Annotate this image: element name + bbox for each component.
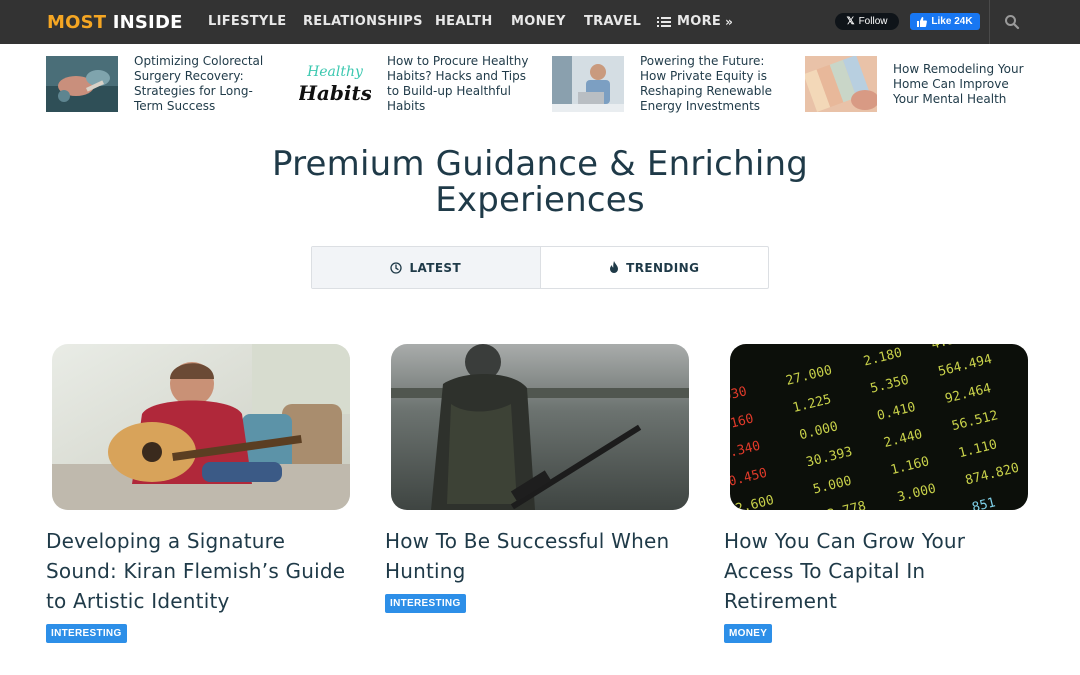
list-icon <box>657 16 671 27</box>
category-badge[interactable]: MONEY <box>724 624 773 643</box>
page-title: Premium Guidance & Enriching Experiences <box>271 144 809 220</box>
nav-item-travel[interactable]: TRAVEL <box>584 14 641 29</box>
habits-word: Habits <box>299 81 371 105</box>
clock-icon <box>390 261 403 274</box>
nav-divider <box>989 0 990 44</box>
x-follow-button[interactable]: 𝕏 Follow <box>835 13 899 30</box>
nav-more-button[interactable]: MORE » <box>657 14 733 29</box>
post-title[interactable]: How You Can Grow Your Access To Capital … <box>724 526 1034 616</box>
nav-item-money[interactable]: MONEY <box>511 14 566 29</box>
post-title[interactable]: How To Be Successful When Hunting <box>385 526 695 586</box>
healthy-word: Healthy <box>306 64 364 80</box>
post-card: 2.93027.0002.1804.5005.350 2.1601.2255.3… <box>724 344 1034 643</box>
tab-latest-label: LATEST <box>409 260 462 275</box>
nav-item-lifestyle[interactable]: LIFESTYLE <box>208 14 286 29</box>
post-card: Developing a Signature Sound: Kiran Flem… <box>46 344 356 643</box>
featured-title[interactable]: Powering the Future: How Private Equity … <box>640 54 780 114</box>
tab-latest[interactable]: LATEST <box>312 247 541 288</box>
x-follow-label: Follow <box>858 16 888 27</box>
featured-post-4[interactable]: How Remodeling Your Home Can Improve You… <box>805 56 1033 112</box>
post-filter-tabs: LATEST TRENDING <box>311 246 769 289</box>
x-logo-icon: 𝕏 <box>846 16 855 27</box>
featured-post-1[interactable]: Optimizing Colorectal Surgery Recovery: … <box>46 54 274 114</box>
featured-thumbnail-swatches[interactable] <box>805 56 877 112</box>
featured-title[interactable]: Optimizing Colorectal Surgery Recovery: … <box>134 54 274 114</box>
thumbs-up-icon <box>917 16 928 27</box>
nav-item-health[interactable]: HEALTH <box>435 14 493 29</box>
post-image-stock-board[interactable]: 2.93027.0002.1804.5005.350 2.1601.2255.3… <box>730 344 1028 510</box>
featured-title[interactable]: How to Procure Healthy Habits? Hacks and… <box>387 54 532 114</box>
tab-trending-label: TRENDING <box>626 260 700 275</box>
featured-post-3[interactable]: Powering the Future: How Private Equity … <box>552 54 780 114</box>
nav-item-relationships[interactable]: RELATIONSHIPS <box>303 14 423 29</box>
featured-thumbnail-surgery[interactable] <box>46 56 118 112</box>
facebook-like-label: Like 24K <box>931 16 973 27</box>
nav-more-label: MORE <box>677 14 722 29</box>
flame-icon <box>610 261 619 273</box>
category-badge[interactable]: INTERESTING <box>46 624 127 643</box>
post-card: How To Be Successful When Hunting INTERE… <box>385 344 695 613</box>
featured-post-2[interactable]: Healthy Habits How to Procure Healthy Ha… <box>299 54 532 114</box>
tab-trending[interactable]: TRENDING <box>541 247 769 288</box>
facebook-like-button[interactable]: Like 24K <box>910 13 980 30</box>
top-navbar: MOST INSIDE LIFESTYLE RELATIONSHIPS HEAL… <box>0 0 1080 44</box>
category-badge[interactable]: INTERESTING <box>385 594 466 613</box>
double-chevron-right-icon: » <box>725 14 734 29</box>
featured-title[interactable]: How Remodeling Your Home Can Improve You… <box>893 62 1033 107</box>
post-image-hunter[interactable] <box>391 344 689 510</box>
search-icon[interactable] <box>1004 14 1020 30</box>
site-logo[interactable]: MOST INSIDE <box>47 12 183 33</box>
featured-thumbnail-healthy-habits[interactable]: Healthy Habits <box>299 56 371 112</box>
post-title[interactable]: Developing a Signature Sound: Kiran Flem… <box>46 526 356 616</box>
post-image-guitar[interactable] <box>52 344 350 510</box>
featured-thumbnail-businessman[interactable] <box>552 56 624 112</box>
